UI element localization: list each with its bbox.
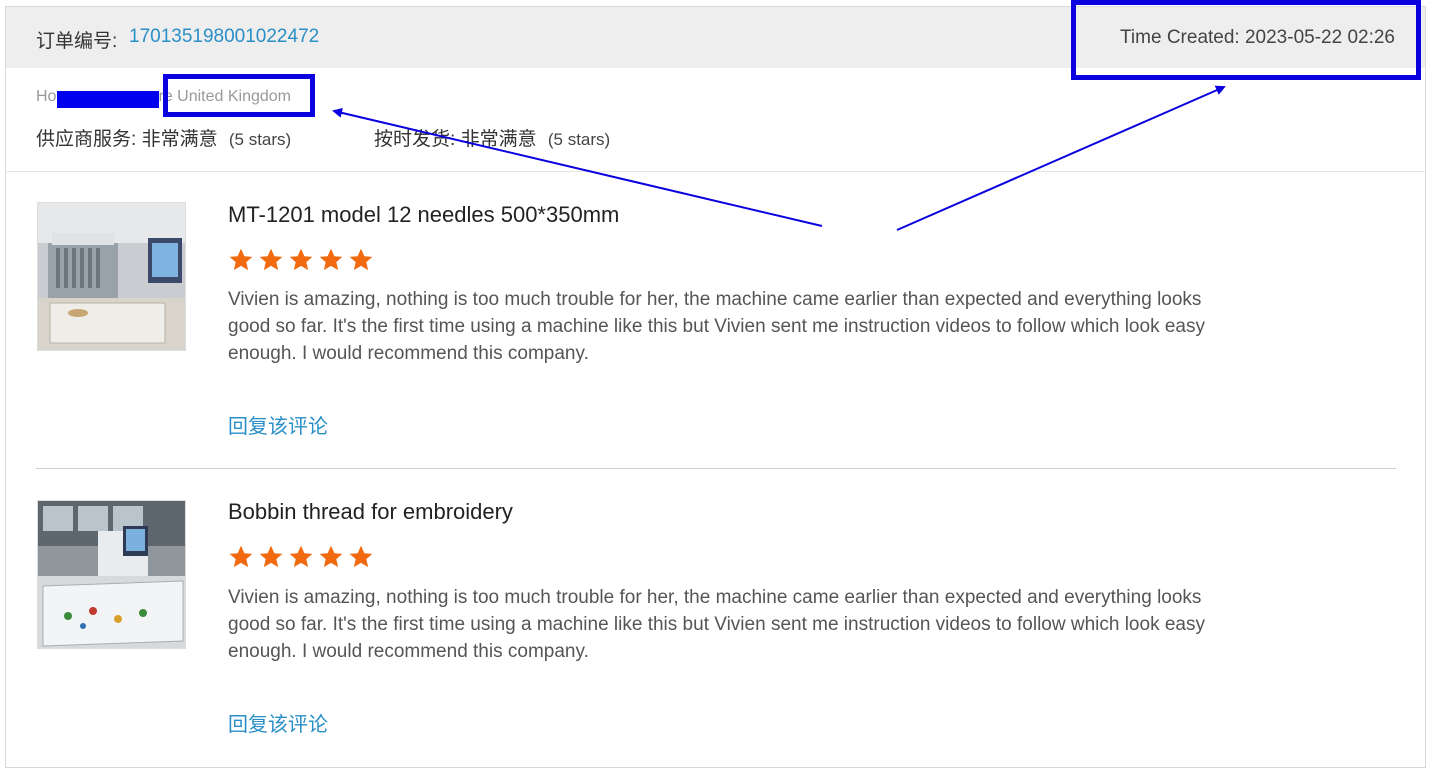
product-thumbnail[interactable]: [37, 202, 186, 351]
star-icon: [349, 248, 373, 271]
star-icon: [319, 248, 343, 271]
star-icon: [289, 545, 313, 568]
divider: [6, 171, 1425, 172]
review-text: Vivien is amazing, nothing is too much t…: [228, 587, 1205, 662]
review-text: Vivien is amazing, nothing is too much t…: [228, 289, 1205, 364]
rating-label: 供应商服务:: [36, 129, 137, 150]
supplier-service-rating: 供应商服务: 非常满意 (5 stars): [36, 124, 291, 151]
on-time-delivery-rating: 按时发货: 非常满意 (5 stars): [374, 124, 610, 151]
rating-stars-text: (5 stars): [547, 130, 611, 149]
rating-stars-text: (5 stars): [228, 130, 292, 149]
star-icon: [349, 545, 373, 568]
product-title[interactable]: Bobbin thread for embroidery: [228, 499, 513, 525]
star-icon: [229, 248, 253, 271]
rating-value: 非常满意: [460, 129, 537, 150]
embroidery-workshop-photo-icon: [38, 501, 185, 648]
review-stars: [228, 544, 374, 570]
buyer-name-start: Ho: [36, 88, 57, 105]
reply-link[interactable]: 回复该评论: [228, 410, 328, 439]
rating-label: 按时发货:: [374, 129, 456, 150]
country-highlight-box: [163, 74, 315, 117]
divider: [36, 468, 1396, 469]
product-title[interactable]: MT-1201 model 12 needles 500*350mm: [228, 202, 619, 228]
rating-value: 非常满意: [141, 129, 218, 150]
reply-link[interactable]: 回复该评论: [228, 708, 328, 737]
redaction-bar: [57, 91, 159, 108]
order-number-label: 订单编号:: [36, 31, 118, 52]
star-icon: [319, 545, 343, 568]
star-icon: [259, 248, 283, 271]
star-icon: [289, 248, 313, 271]
embroidery-machine-photo-icon: [38, 203, 185, 350]
star-icon: [229, 545, 253, 568]
product-thumbnail[interactable]: [37, 500, 186, 649]
star-icon: [259, 545, 283, 568]
review-stars: [228, 247, 374, 273]
order-number-link[interactable]: 170135198001022472: [129, 26, 319, 48]
review-card: 订单编号: 170135198001022472 Time Created: 2…: [5, 6, 1426, 768]
time-highlight-box: [1071, 0, 1421, 80]
